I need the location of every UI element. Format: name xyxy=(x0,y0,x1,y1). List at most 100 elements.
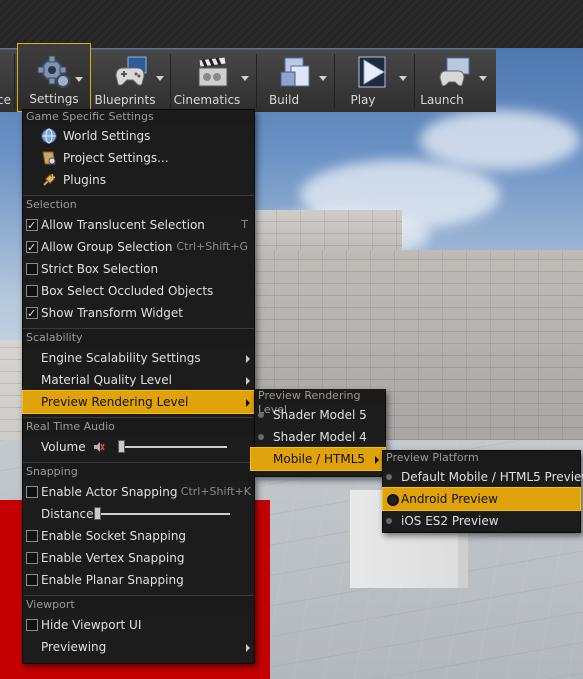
chevron-down-icon[interactable] xyxy=(399,76,407,81)
chevron-down-icon[interactable] xyxy=(75,77,83,82)
menu-item-preview-rendering-level[interactable]: Preview Rendering Level xyxy=(22,390,255,414)
menu-item-world-settings[interactable]: World Settings xyxy=(23,125,254,147)
menu-item-label: Android Preview xyxy=(401,492,498,506)
menu-item-material-quality[interactable]: Material Quality Level xyxy=(23,369,254,391)
menu-item-plugins[interactable]: Plugins xyxy=(23,169,254,191)
volume-slider-track[interactable] xyxy=(119,446,227,448)
project-settings-icon xyxy=(42,151,56,165)
menu-item-label: Shader Model 5 xyxy=(273,408,367,422)
radio-button[interactable] xyxy=(258,412,264,418)
build-button[interactable]: Build xyxy=(258,50,332,112)
radio-button[interactable] xyxy=(386,474,392,480)
speaker-icon[interactable] xyxy=(93,441,105,453)
checkbox[interactable] xyxy=(26,263,38,275)
menu-item-label: Allow Group Selection xyxy=(41,240,173,254)
distance-row: Distance xyxy=(23,503,254,525)
menu-item-enable-planar-snapping[interactable]: Enable Planar Snapping xyxy=(23,569,254,591)
menu-item-engine-scalability[interactable]: Engine Scalability Settings xyxy=(23,347,254,369)
radio-button[interactable] xyxy=(386,518,392,524)
settings-menu: Game Specific Settings World Settings Pr… xyxy=(22,109,255,664)
menu-item-previewing[interactable]: Previewing xyxy=(23,636,254,658)
cloud xyxy=(420,110,580,170)
menu-item-label: Preview Rendering Level xyxy=(41,395,189,409)
chevron-right-icon xyxy=(246,377,250,385)
menu-item-allow-translucent-selection[interactable]: Allow Translucent Selection T xyxy=(23,214,254,237)
shortcut-text: Ctrl+Shift+K xyxy=(180,485,251,498)
menu-item-label: Default Mobile / HTML5 Preview xyxy=(401,470,583,484)
menu-item-project-settings[interactable]: Project Settings... xyxy=(23,147,254,169)
chevron-right-icon xyxy=(246,399,250,407)
menu-item-allow-group-selection[interactable]: Allow Group Selection Ctrl+Shift+G xyxy=(23,236,254,259)
chevron-right-icon xyxy=(246,355,250,363)
play-icon xyxy=(358,56,386,88)
radio-button-selected[interactable] xyxy=(387,494,399,506)
menu-item-label: Enable Actor Snapping xyxy=(41,485,178,499)
menu-item-mobile-html5[interactable]: Mobile / HTML5 xyxy=(250,447,386,471)
section-header-snapping: Snapping xyxy=(23,462,254,481)
distance-slider-track[interactable] xyxy=(95,513,230,515)
menu-item-label: World Settings xyxy=(63,129,151,143)
settings-button[interactable]: Settings xyxy=(17,43,91,112)
menu-item-label: Plugins xyxy=(63,173,106,187)
chevron-down-icon[interactable] xyxy=(241,76,249,81)
menu-item-strict-box-selection[interactable]: Strict Box Selection xyxy=(23,258,254,280)
menu-item-show-transform-widget[interactable]: Show Transform Widget xyxy=(23,302,254,325)
toolbar-partial-label: ce xyxy=(0,93,11,107)
section-header-scalability: Scalability xyxy=(23,328,254,347)
play-button[interactable]: Play xyxy=(336,50,412,112)
blueprints-label: Blueprints xyxy=(94,93,156,107)
build-label: Build xyxy=(268,93,300,107)
menu-item-label: Engine Scalability Settings xyxy=(41,351,201,365)
chevron-down-icon[interactable] xyxy=(319,76,327,81)
plug-icon xyxy=(43,173,56,186)
volume-label: Volume xyxy=(41,440,86,454)
build-icon xyxy=(280,57,310,87)
menu-item-box-select-occluded[interactable]: Box Select Occluded Objects xyxy=(23,280,254,302)
menu-item-label: Box Select Occluded Objects xyxy=(41,284,214,298)
chevron-right-icon xyxy=(246,644,250,652)
menu-item-enable-socket-snapping[interactable]: Enable Socket Snapping xyxy=(23,525,254,547)
menu-item-default-mobile-preview[interactable]: Default Mobile / HTML5 Preview xyxy=(383,466,583,488)
settings-label: Settings xyxy=(29,92,79,106)
menu-item-android-preview[interactable]: Android Preview xyxy=(382,487,581,511)
globe-icon xyxy=(41,128,57,144)
volume-row: Volume xyxy=(23,436,254,458)
cinematics-button[interactable]: Cinematics xyxy=(172,50,254,112)
distance-slider-thumb[interactable] xyxy=(94,507,101,520)
menu-item-enable-actor-snapping[interactable]: Enable Actor Snapping Ctrl+Shift+K xyxy=(23,481,254,503)
chevron-down-icon[interactable] xyxy=(156,76,164,81)
checkbox[interactable] xyxy=(26,530,38,542)
play-label: Play xyxy=(350,93,376,107)
toolbar-button-partial[interactable]: ce xyxy=(0,50,14,112)
preview-platform-menu: Preview Platform Default Mobile / HTML5 … xyxy=(382,450,583,533)
shortcut-text: T xyxy=(241,218,248,231)
menu-item-ios-es2-preview[interactable]: iOS ES2 Preview xyxy=(383,510,580,532)
menu-item-hide-viewport-ui[interactable]: Hide Viewport UI xyxy=(23,614,254,636)
checkbox[interactable] xyxy=(26,552,38,564)
checkbox[interactable] xyxy=(26,619,38,631)
menu-item-shader-model-5[interactable]: Shader Model 5 xyxy=(255,404,385,426)
menu-item-enable-vertex-snapping[interactable]: Enable Vertex Snapping xyxy=(23,547,254,569)
section-header-preview-platform: Preview Platform xyxy=(383,451,580,466)
chevron-down-icon[interactable] xyxy=(479,76,487,81)
menu-item-label: Allow Translucent Selection xyxy=(41,218,205,232)
menu-item-label: Show Transform Widget xyxy=(41,306,183,320)
menu-item-shader-model-4[interactable]: Shader Model 4 xyxy=(255,426,385,448)
checkbox-checked[interactable] xyxy=(26,237,38,259)
radio-button[interactable] xyxy=(258,434,264,440)
checkbox[interactable] xyxy=(26,285,38,297)
launch-button[interactable]: Launch xyxy=(416,50,494,112)
distance-label: Distance xyxy=(41,507,94,521)
blueprints-button[interactable]: Blueprints xyxy=(94,50,168,112)
checkbox[interactable] xyxy=(26,574,38,586)
checkbox-checked[interactable] xyxy=(26,303,38,325)
menu-item-label: iOS ES2 Preview xyxy=(401,514,499,528)
menu-item-label: Previewing xyxy=(41,640,107,654)
cinematics-label: Cinematics xyxy=(173,93,241,107)
checkbox[interactable] xyxy=(26,486,38,498)
launch-icon xyxy=(439,57,470,87)
volume-slider-thumb[interactable] xyxy=(118,440,125,453)
section-header-preview-rendering: Preview Rendering Level xyxy=(255,389,385,416)
checkbox-checked[interactable] xyxy=(26,215,38,237)
section-header-game-specific: Game Specific Settings xyxy=(23,110,254,125)
